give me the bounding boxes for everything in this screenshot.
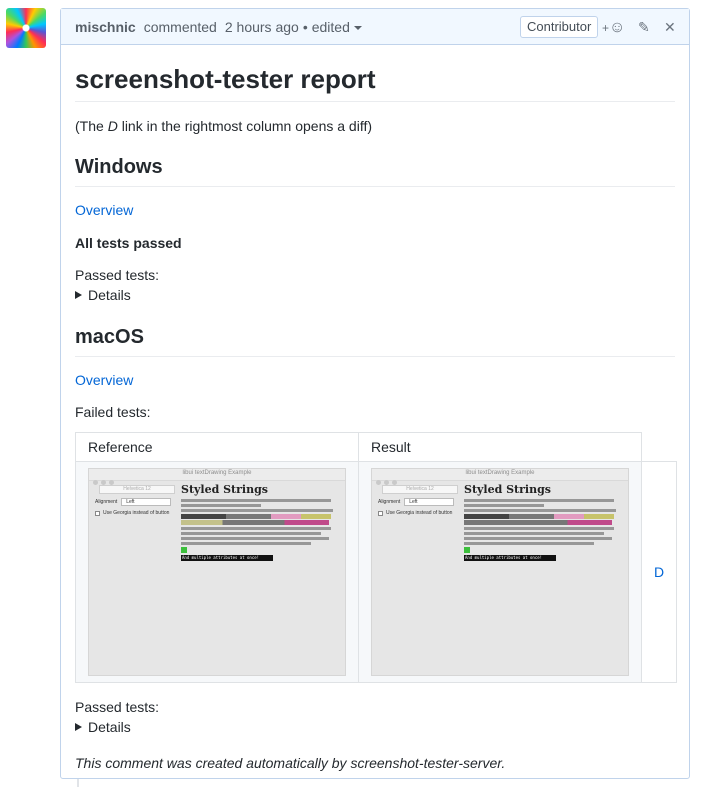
windows-overview-link[interactable]: Overview	[75, 202, 133, 218]
avatar[interactable]	[6, 8, 46, 48]
diff-cell: D	[640, 461, 678, 683]
bullet-separator: •	[302, 18, 308, 35]
edited-label: edited	[311, 18, 350, 35]
macos-details-toggle[interactable]: Details	[75, 717, 675, 737]
reference-cell: libui textDrawing Example Helvetica 12 A…	[75, 461, 359, 683]
col-reference-header: Reference	[75, 432, 359, 462]
chevron-down-icon	[353, 25, 362, 30]
windows-heading: Windows	[75, 154, 675, 187]
triangle-right-icon	[75, 723, 82, 731]
macos-overview-link[interactable]: Overview	[75, 372, 133, 388]
windows-passed-label: Passed tests:	[75, 267, 160, 283]
comment-action: commented	[143, 18, 217, 35]
macos-failed-label: Failed tests:	[75, 404, 151, 420]
details-label: Details	[88, 287, 131, 303]
macos-passed-label: Passed tests:	[75, 699, 160, 715]
report-title: screenshot-tester report	[75, 45, 675, 102]
footer-note: This comment was created automatically b…	[75, 755, 506, 771]
add-reaction-button[interactable]: +☺	[602, 18, 625, 37]
col-result-header: Result	[358, 432, 642, 462]
results-table: Reference Result libui textDrawing Examp…	[75, 432, 678, 683]
edited-dropdown[interactable]: edited	[312, 19, 362, 35]
result-cell: libui textDrawing Example Helvetica 12 A…	[358, 461, 642, 683]
comment-body: screenshot-tester report (The D link in …	[61, 45, 689, 773]
author-link[interactable]: mischnic	[75, 19, 136, 35]
pencil-icon[interactable]: ✎	[638, 18, 650, 36]
reference-screenshot[interactable]: libui textDrawing Example Helvetica 12 A…	[88, 468, 346, 676]
close-icon[interactable]: ✕	[664, 18, 676, 36]
contributor-badge: Contributor	[520, 16, 599, 38]
smiley-icon: ☺	[609, 19, 626, 36]
comment-timestamp[interactable]: 2 hours ago	[225, 19, 299, 35]
details-label: Details	[88, 719, 131, 735]
intro-text: (The D link in the rightmost column open…	[75, 118, 373, 134]
triangle-right-icon	[75, 291, 82, 299]
comment-box: mischnic commented 2 hours ago • edited …	[60, 8, 690, 779]
diff-link[interactable]: D	[654, 564, 664, 580]
macos-heading: macOS	[75, 324, 675, 357]
windows-details-toggle[interactable]: Details	[75, 285, 675, 305]
timeline-connector	[77, 778, 79, 787]
comment-header: mischnic commented 2 hours ago • edited …	[61, 9, 689, 45]
windows-status: All tests passed	[75, 235, 182, 251]
plus-icon: +	[602, 21, 610, 35]
result-screenshot[interactable]: libui textDrawing Example Helvetica 12 A…	[371, 468, 629, 676]
